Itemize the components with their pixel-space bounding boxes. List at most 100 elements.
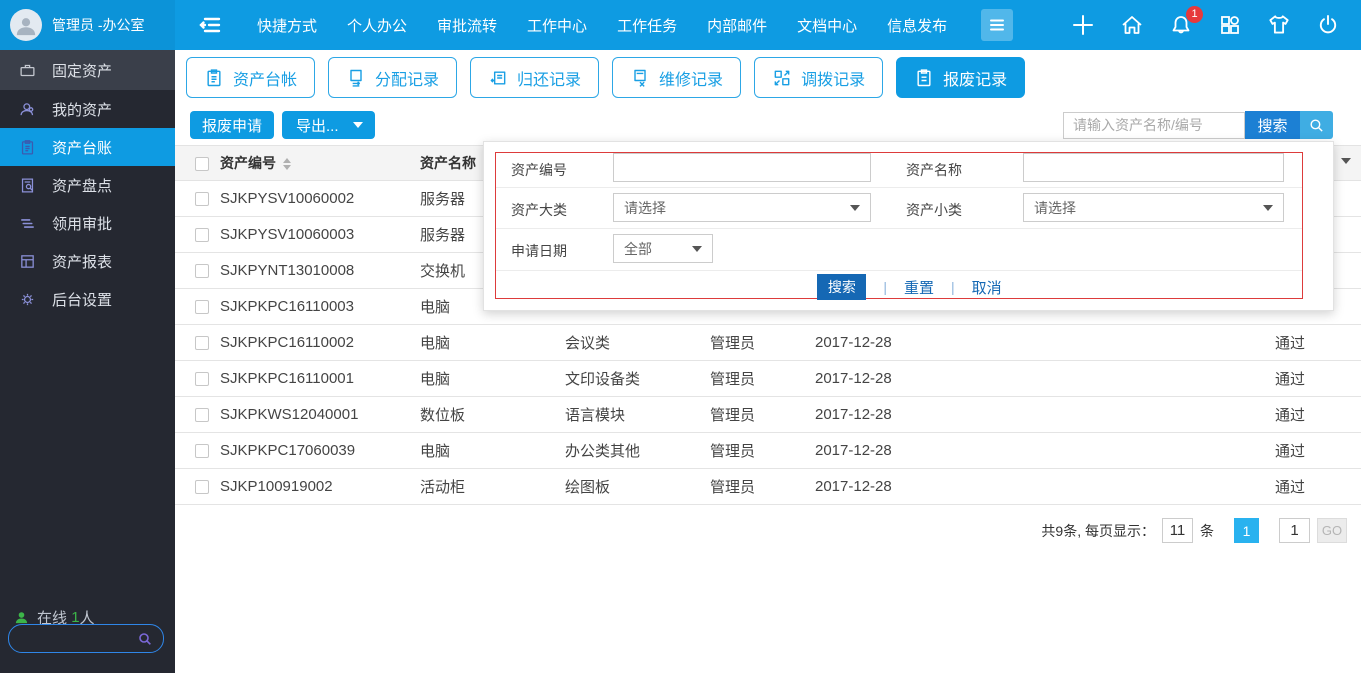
header-label: 资产编号: [220, 155, 276, 171]
export-label: 导出...: [296, 115, 339, 136]
scrap-clipboard-icon: [914, 68, 934, 88]
cell-status: 通过: [1275, 433, 1361, 469]
return-doc-icon: [488, 68, 508, 88]
cell-status: 通过: [1275, 397, 1361, 433]
tab-label: 调拨记录: [801, 66, 865, 90]
gear-icon: [18, 290, 36, 308]
row-checkbox[interactable]: [195, 480, 209, 494]
layers-icon: [18, 214, 36, 232]
nav-item-document-center[interactable]: 文档中心: [797, 15, 857, 36]
tab-return-records[interactable]: 归还记录: [470, 57, 599, 98]
nav-item-shortcuts[interactable]: 快捷方式: [257, 15, 317, 36]
sidebar-item-fixed-assets[interactable]: 固定资产: [0, 50, 175, 90]
apps-grid-icon: [1218, 13, 1242, 37]
per-page-input[interactable]: [1162, 518, 1193, 543]
cell-status: 通过: [1275, 361, 1361, 397]
home-button[interactable]: [1119, 12, 1145, 38]
scrap-apply-button[interactable]: 报废申请: [190, 111, 274, 139]
row-checkbox[interactable]: [195, 300, 209, 314]
go-button[interactable]: GO: [1317, 518, 1347, 543]
tab-allocation-records[interactable]: 分配记录: [328, 57, 457, 98]
nav-item-info-publish[interactable]: 信息发布: [887, 15, 947, 36]
row-checkbox[interactable]: [195, 228, 209, 242]
cell-category: 绘图板: [565, 469, 710, 505]
briefcase-icon: [18, 61, 36, 79]
sidebar-item-requisition-approval[interactable]: 领用审批: [0, 204, 175, 242]
asset-no-label: 资产编号: [511, 160, 567, 180]
sort-icon[interactable]: [283, 158, 291, 170]
tab-asset-ledger[interactable]: 资产台帐: [186, 57, 315, 98]
sidebar-search-icon[interactable]: [137, 631, 153, 647]
plus-icon: [1071, 13, 1095, 37]
row-checkbox[interactable]: [195, 408, 209, 422]
quick-search-input[interactable]: [1063, 112, 1245, 139]
cell-asset-no: SJKPKWS12040001: [220, 397, 420, 433]
nav-item-work-center[interactable]: 工作中心: [527, 15, 587, 36]
sidebar-item-label: 资产盘点: [52, 175, 112, 196]
table-row: SJKPKWS12040001数位板语言模块管理员2017-12-28通过: [175, 397, 1361, 433]
page-button-1[interactable]: 1: [1234, 518, 1259, 543]
tab-label: 归还记录: [517, 66, 581, 90]
cell-asset-no: SJKPYNT13010008: [220, 253, 420, 289]
cell-date: 2017-12-28: [815, 397, 1275, 433]
goto-page-input[interactable]: [1279, 518, 1310, 543]
row-checkbox[interactable]: [195, 264, 209, 278]
logout-button[interactable]: [1315, 12, 1341, 38]
apply-date-label: 申请日期: [511, 241, 567, 261]
row-checkbox[interactable]: [195, 372, 209, 386]
main-nav: 快捷方式 个人办公 审批流转 工作中心 工作任务 内部邮件 文档中心 信息发布: [257, 15, 947, 36]
subcategory-select[interactable]: 请选择: [1023, 193, 1284, 222]
sidebar-item-my-assets[interactable]: 我的资产: [0, 90, 175, 128]
sidebar-collapse-icon[interactable]: [197, 11, 225, 39]
quick-search-mag-button[interactable]: [1300, 111, 1333, 139]
sidebar-item-asset-inventory[interactable]: 资产盘点: [0, 166, 175, 204]
separator: |: [951, 279, 955, 295]
row-checkbox[interactable]: [195, 444, 209, 458]
cell-asset-no: SJKPKPC17060039: [220, 433, 420, 469]
row-checkbox[interactable]: [195, 336, 209, 350]
nav-item-personal-office[interactable]: 个人办公: [347, 15, 407, 36]
tab-repair-records[interactable]: 维修记录: [612, 57, 741, 98]
theme-button[interactable]: [1266, 12, 1292, 38]
user-icon: [15, 14, 37, 36]
subcategory-value: 请选择: [1034, 198, 1076, 218]
tab-transfer-records[interactable]: 调拨记录: [754, 57, 883, 98]
apps-menu-button[interactable]: [981, 9, 1013, 41]
separator: |: [883, 279, 887, 295]
add-button[interactable]: [1070, 12, 1096, 38]
row-checkbox[interactable]: [195, 192, 209, 206]
category-select[interactable]: 请选择: [613, 193, 871, 222]
sidebar-item-asset-reports[interactable]: 资产报表: [0, 242, 175, 280]
modules-button[interactable]: [1217, 12, 1243, 38]
select-all-checkbox[interactable]: [195, 157, 209, 171]
panel-search-button[interactable]: 搜索: [817, 274, 866, 300]
subcategory-label: 资产小类: [906, 200, 962, 220]
panel-cancel-button[interactable]: 取消: [972, 277, 1002, 298]
sidebar-item-asset-ledger[interactable]: 资产台账: [0, 128, 175, 166]
asset-no-input[interactable]: [613, 153, 871, 182]
notifications-button[interactable]: 1: [1168, 12, 1194, 38]
asset-name-input[interactable]: [1023, 153, 1284, 182]
topbar-icons: 1: [1070, 12, 1341, 38]
apply-date-select[interactable]: 全部: [613, 234, 713, 263]
cell-asset-no: SJKPKPC16110002: [220, 325, 420, 361]
sidebar-search-input[interactable]: [9, 631, 137, 646]
cell-asset-no: SJKPYSV10060002: [220, 181, 420, 217]
column-config-icon[interactable]: [1341, 158, 1351, 164]
quick-search-button[interactable]: 搜索: [1245, 111, 1300, 139]
cell-applicant: 管理员: [710, 325, 815, 361]
nav-item-internal-mail[interactable]: 内部邮件: [707, 15, 767, 36]
export-button[interactable]: 导出...: [282, 111, 375, 139]
sidebar-item-backend-settings[interactable]: 后台设置: [0, 280, 175, 318]
home-icon: [1120, 13, 1144, 37]
user-name: 管理员 -办公室: [52, 15, 145, 35]
nav-item-approval-flow[interactable]: 审批流转: [437, 15, 497, 36]
nav-item-work-tasks[interactable]: 工作任务: [617, 15, 677, 36]
cell-asset-name: 数位板: [420, 397, 565, 433]
cell-status: 通过: [1275, 469, 1361, 505]
panel-reset-button[interactable]: 重置: [904, 277, 934, 298]
tab-scrap-records[interactable]: 报废记录: [896, 57, 1025, 98]
header-asset-no[interactable]: 资产编号: [220, 146, 420, 181]
user-area[interactable]: 管理员 -办公室: [0, 0, 175, 50]
cell-applicant: 管理员: [710, 361, 815, 397]
